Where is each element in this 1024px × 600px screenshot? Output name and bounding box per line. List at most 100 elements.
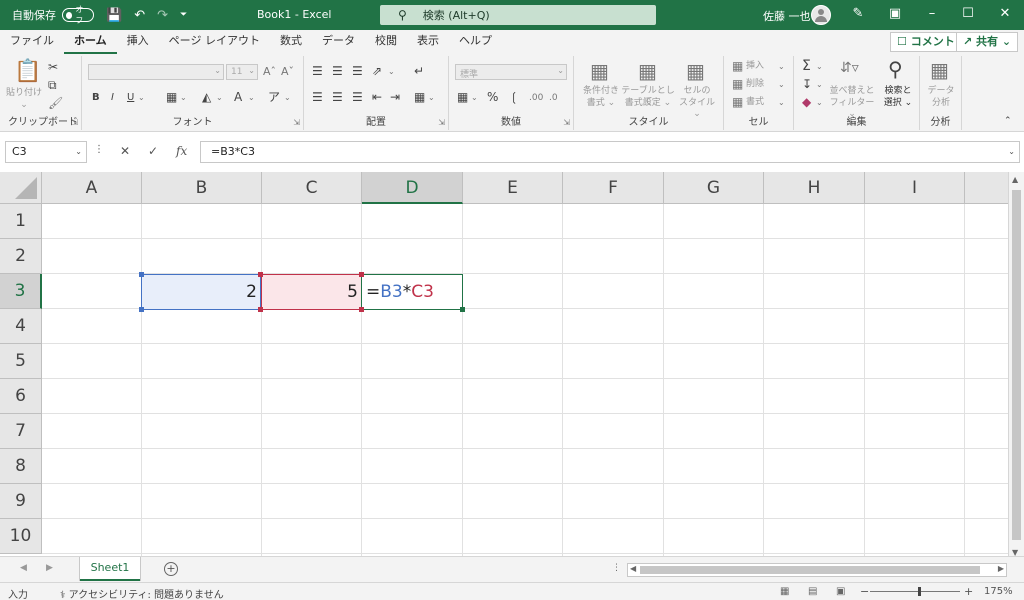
collapse-ribbon-icon[interactable]: ⌃ <box>1004 114 1012 128</box>
tab-page-layout[interactable]: ページ レイアウト <box>159 30 270 54</box>
zoom-out-icon[interactable]: − <box>860 585 869 598</box>
pen-icon[interactable]: ✎ <box>848 6 868 21</box>
tab-review[interactable]: 校閲 <box>365 30 407 54</box>
shrink-font-icon[interactable]: Aˇ <box>281 65 294 79</box>
orientation-icon[interactable]: ⇗ <box>372 64 382 78</box>
zoom-slider[interactable] <box>870 591 960 592</box>
minimize-icon[interactable]: – <box>922 6 942 21</box>
page-layout-view-icon[interactable]: ▤ <box>808 586 817 597</box>
comment-button[interactable]: ☐ コメント <box>890 32 962 52</box>
delete-cells-icon[interactable]: ▦ <box>732 77 743 91</box>
scroll-right-icon[interactable]: ▶ <box>998 564 1004 573</box>
accounting-format-icon[interactable]: ▦ <box>457 90 468 104</box>
font-color-icon[interactable]: A <box>234 90 242 104</box>
font-name-select[interactable]: ⌄ <box>88 64 224 80</box>
tab-formulas[interactable]: 数式 <box>270 30 312 54</box>
horizontal-scroll-thumb[interactable] <box>640 566 980 574</box>
insert-cells-label[interactable]: 挿入 <box>746 61 776 72</box>
c3-handle-tr[interactable] <box>359 272 364 277</box>
tab-view[interactable]: 表示 <box>407 30 449 54</box>
accounting-dropdown-icon[interactable]: ⌄ <box>471 91 478 105</box>
search-box[interactable]: ⚲ 検索 (Alt+Q) <box>380 5 656 25</box>
borders-dropdown-icon[interactable]: ⌄ <box>180 91 187 105</box>
format-as-table-icon[interactable]: ▦ <box>638 60 657 82</box>
autosum-dropdown-icon[interactable]: ⌄ <box>816 60 823 74</box>
column-header-e[interactable]: E <box>463 172 563 204</box>
analyze-data-icon[interactable]: ▦ <box>930 59 949 81</box>
delete-dropdown-icon[interactable]: ⌄ <box>778 78 785 92</box>
alignment-launcher-icon[interactable]: ⇲ <box>438 118 445 127</box>
undo-icon[interactable]: ↶ <box>134 8 145 23</box>
close-icon[interactable]: ✕ <box>995 6 1015 21</box>
vertical-scroll-thumb[interactable] <box>1012 190 1021 540</box>
sort-filter-icon[interactable]: ⇵▿ <box>840 60 859 76</box>
italic-icon[interactable]: I <box>111 91 114 105</box>
save-icon[interactable]: 💾 <box>106 8 122 23</box>
vertical-scrollbar[interactable]: ▲ ▼ <box>1008 172 1024 562</box>
decrease-decimal-icon[interactable]: .0 <box>549 91 558 105</box>
column-header-f[interactable]: F <box>563 172 664 204</box>
align-middle-icon[interactable]: ☰ <box>332 64 343 78</box>
font-size-select[interactable]: 11 ⌄ <box>226 64 258 80</box>
cut-icon[interactable]: ✂ <box>48 60 58 74</box>
format-cells-icon[interactable]: ▦ <box>732 95 743 109</box>
fill-color-icon[interactable]: ◭ <box>202 90 211 104</box>
sheet-tab-sheet1[interactable]: Sheet1 <box>80 557 140 581</box>
cancel-icon[interactable]: ✕ <box>120 144 130 158</box>
cell-d3-active[interactable]: =B3*C3 <box>361 274 463 310</box>
percent-icon[interactable]: % <box>487 90 498 104</box>
worksheet-grid[interactable]: ABCDEFGHI 1 2 3 4 5 6 7 8 9 10 2 5 =B3*C3 <box>0 172 1008 556</box>
comma-style-icon[interactable]: ❲ <box>509 90 519 104</box>
normal-view-icon[interactable]: ▦ <box>780 586 789 597</box>
avatar[interactable] <box>811 5 831 25</box>
scroll-up-icon[interactable]: ▲ <box>1012 175 1018 184</box>
fill-dropdown-icon[interactable]: ⌄ <box>816 78 823 92</box>
underline-dropdown-icon[interactable]: ⌄ <box>138 91 145 105</box>
cell-b3[interactable]: 2 <box>141 274 261 310</box>
font-launcher-icon[interactable]: ⇲ <box>293 118 300 127</box>
row-header-7[interactable]: 7 <box>0 414 42 449</box>
horizontal-scrollbar[interactable]: ◀ ▶ <box>627 563 1007 577</box>
b3-handle-bl[interactable] <box>139 307 144 312</box>
paste-dropdown-icon[interactable]: ⌄ <box>18 100 30 111</box>
customize-qat-icon[interactable]: ⏷ <box>180 10 187 20</box>
paste-label[interactable]: 貼り付け <box>4 88 44 99</box>
fill-icon[interactable]: ↧ <box>802 77 812 91</box>
clear-icon[interactable]: ◆ <box>802 95 811 109</box>
column-header-i[interactable]: I <box>865 172 965 204</box>
wrap-text-icon[interactable]: ↵ <box>414 64 424 78</box>
align-right-icon[interactable]: ☰ <box>352 90 363 104</box>
tab-file[interactable]: ファイル <box>0 30 64 54</box>
row-header-4[interactable]: 4 <box>0 309 42 344</box>
underline-icon[interactable]: U <box>127 91 134 105</box>
font-color-dropdown-icon[interactable]: ⌄ <box>248 91 255 105</box>
column-header-a[interactable]: A <box>42 172 142 204</box>
row-header-3[interactable]: 3 <box>0 274 42 309</box>
row-header-5[interactable]: 5 <box>0 344 42 379</box>
insert-function-icon[interactable]: fx <box>176 144 187 158</box>
column-header-d[interactable]: D <box>362 172 463 204</box>
tab-help[interactable]: ヘルプ <box>449 30 502 54</box>
row-header-10[interactable]: 10 <box>0 519 42 554</box>
sort-filter-line1[interactable]: 並べ替えと <box>826 86 878 97</box>
zoom-slider-thumb[interactable] <box>918 587 921 596</box>
conditional-format-line2[interactable]: 書式 ⌄ <box>578 98 624 109</box>
select-all-button[interactable] <box>0 172 42 204</box>
orientation-dropdown-icon[interactable]: ⌄ <box>388 65 395 79</box>
row-header-1[interactable]: 1 <box>0 204 42 239</box>
tab-split-icon[interactable]: ⋮ <box>612 563 621 573</box>
format-painter-icon[interactable]: 🖌 <box>48 96 63 110</box>
increase-indent-icon[interactable]: ⇥ <box>390 90 400 104</box>
decrease-indent-icon[interactable]: ⇤ <box>372 90 382 104</box>
number-format-select[interactable]: 標準 ⌄ <box>455 64 567 80</box>
number-launcher-icon[interactable]: ⇲ <box>563 118 570 127</box>
accessibility-status[interactable]: ⚕ アクセシビリティ: 問題ありません <box>60 586 224 600</box>
maximize-icon[interactable]: ☐ <box>958 6 978 21</box>
ribbon-display-icon[interactable]: ▣ <box>885 6 905 21</box>
row-header-9[interactable]: 9 <box>0 484 42 519</box>
c3-handle-br[interactable] <box>359 307 364 312</box>
analyze-data-line2[interactable]: 分析 <box>921 98 961 109</box>
clear-dropdown-icon[interactable]: ⌄ <box>816 96 823 110</box>
add-sheet-icon[interactable]: + <box>164 562 178 576</box>
align-bottom-icon[interactable]: ☰ <box>352 64 363 78</box>
